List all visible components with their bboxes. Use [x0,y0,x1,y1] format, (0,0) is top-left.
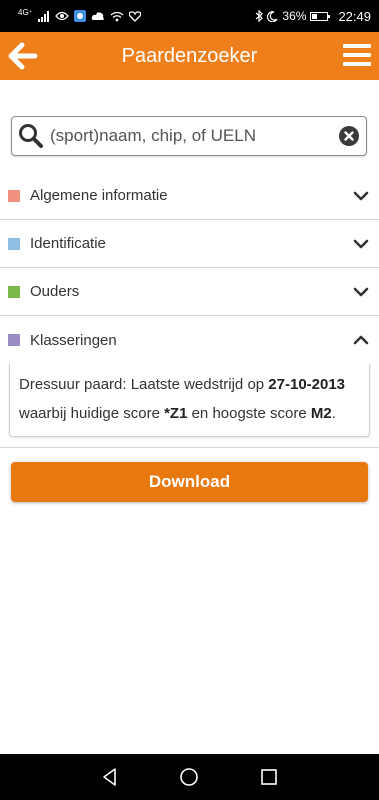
section-color-square [8,237,20,250]
nav-home-icon[interactable] [179,767,199,787]
highest-score: M2 [310,405,332,422]
status-bar: 4G⁺ 36% 22:49 [0,0,379,32]
hamburger-menu-icon[interactable] [343,43,371,67]
status-right: 36% 22:49 [255,9,371,24]
chevron-down-icon [353,287,369,296]
battery-fill [312,13,318,19]
search-icon [19,124,43,148]
battery-percent: 36% [282,9,307,23]
section-color-square [8,334,20,346]
klasseringen-text: . [331,405,336,422]
back-arrow-icon[interactable] [8,42,38,70]
section-algemene-informatie[interactable]: Algemene informatie [0,172,379,220]
divider [0,447,379,448]
current-score: *Z1 [164,405,188,422]
chevron-down-icon [353,239,369,248]
chevron-down-icon [353,191,369,200]
chevron-up-icon [353,335,369,345]
section-label: Algemene informatie [30,187,168,204]
section-color-square [8,285,20,298]
download-button[interactable]: Download [11,462,368,502]
bluetooth-icon [256,10,264,22]
network-type: 4G⁺ [18,8,33,17]
klasseringen-text: en hoogste score [187,405,311,422]
signal-icon [37,10,49,22]
cloud-icon [91,12,104,20]
heart-icon [128,10,141,22]
last-competition-date: 27-10-2013 [268,376,346,393]
wifi-icon [110,11,124,21]
battery-icon [310,11,331,21]
section-identificatie[interactable]: Identificatie [0,220,379,268]
klasseringen-line-2: waarbij huidige score *Z1 en hoogste sco… [19,399,360,428]
nav-back-icon[interactable] [100,767,120,787]
klasseringen-text: Dressuur paard: Laatste wedstrijd op [19,376,269,393]
eye-icon [55,11,69,21]
klasseringen-line-1: Dressuur paard: Laatste wedstrijd op 27-… [19,370,360,399]
clock: 22:49 [338,8,371,24]
details-accordion: Algemene informatie Identificatie Ouders… [0,172,379,448]
section-klasseringen[interactable]: Klasseringen [0,316,379,364]
nav-recents-icon[interactable] [259,767,279,787]
klasseringen-panel: Dressuur paard: Laatste wedstrijd op 27-… [9,364,370,437]
app-notification-icon [73,10,86,22]
system-nav-bar [0,754,379,800]
section-color-square [8,189,20,202]
app-bar: Paardenzoeker [0,32,379,80]
search-bar [11,116,367,156]
section-label: Identificatie [30,235,106,252]
section-label: Ouders [30,283,80,300]
status-left: 4G⁺ [18,8,141,22]
page-title: Paardenzoeker [121,44,258,67]
section-ouders[interactable]: Ouders [0,268,379,316]
moon-icon [267,10,278,22]
section-label: Klasseringen [30,331,117,349]
search-input[interactable] [48,125,339,147]
clear-icon[interactable] [339,126,359,146]
klasseringen-text: waarbij huidige score [19,405,165,422]
